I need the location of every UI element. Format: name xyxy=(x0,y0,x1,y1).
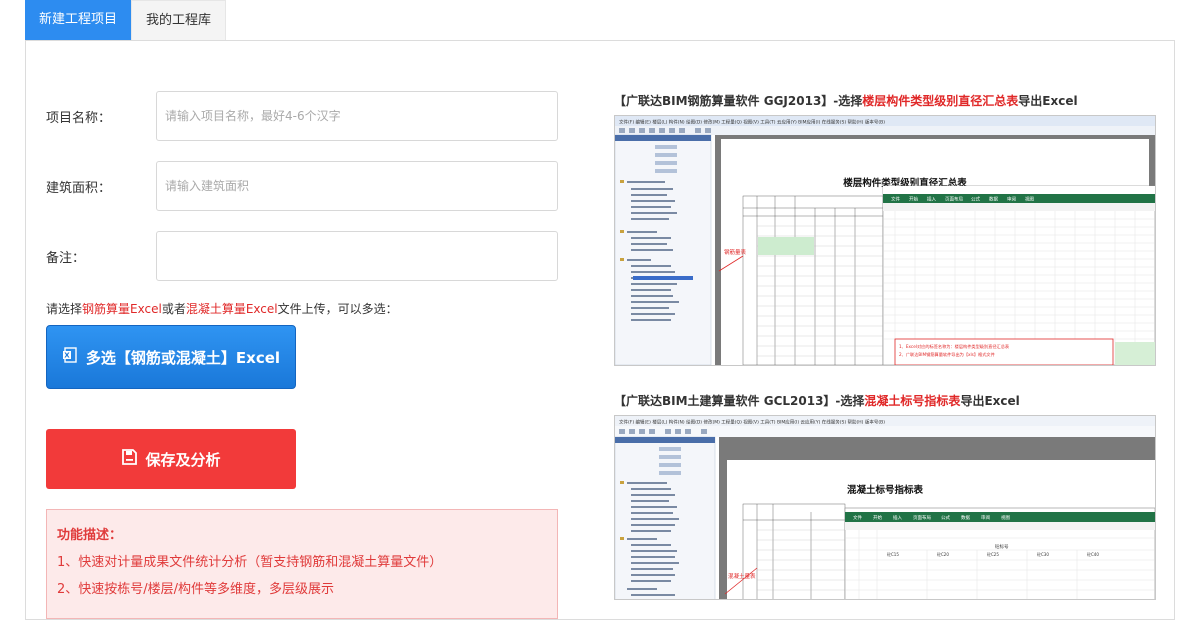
tab-new-project[interactable]: 新建工程项目 xyxy=(25,0,132,40)
excel-tab-view: 视图 xyxy=(1025,196,1034,203)
area-input[interactable] xyxy=(156,161,558,211)
screenshot-menu-text: 文件(F) 编辑(E) 楼层(L) 构件(N) 绘图(D) 修改(M) 工程量(… xyxy=(619,419,885,426)
excel-col-item: 砼C25 xyxy=(987,551,999,557)
excel-tab-insert: 插入 xyxy=(927,196,936,203)
excel-tab-view: 视图 xyxy=(1001,514,1010,521)
note-input[interactable] xyxy=(156,231,558,281)
example-caption-rebar: 【广联达BIM钢筋算量软件 GGJ2013】-选择楼层构件类型级别直径汇总表导出… xyxy=(614,92,1078,109)
excel-col-item: 砼C40 xyxy=(1087,551,1099,557)
multi-select-excel-button[interactable]: X 多选【钢筋或混凝土】Excel xyxy=(46,325,296,389)
caption-pre: 【广联达BIM土建算量软件 GCL2013】-选择 xyxy=(614,394,865,408)
excel-tab-review: 审阅 xyxy=(981,514,990,521)
rebar-software-screenshot: 文件(F) 编辑(E) 楼层(L) 构件(N) 绘图(D) 修改(M) 工程量(… xyxy=(614,115,1156,366)
excel-tab-layout: 页面布局 xyxy=(913,514,931,521)
project-name-label: 项目名称： xyxy=(46,111,112,126)
screenshot-note-line: 1、Excel对应的标签名称为：楼层构件类型级别直径汇总表 xyxy=(899,343,1010,350)
tab-bar: 新建工程项目 我的工程库 xyxy=(25,0,227,41)
project-name-input[interactable] xyxy=(156,91,558,141)
note-label: 备注： xyxy=(46,251,86,266)
excel-col-header: 砼标号 xyxy=(995,543,1009,550)
excel-col-item: 砼C15 xyxy=(887,551,899,557)
upload-hint-concrete: 混凝土算量Excel xyxy=(185,302,278,316)
caption-highlight: 混凝土标号指标表 xyxy=(864,394,961,408)
excel-file-icon: X xyxy=(62,347,78,367)
caption-post: 导出Excel xyxy=(1018,94,1078,108)
caption-pre: 【广联达BIM钢筋算量软件 GGJ2013】-选择 xyxy=(614,94,863,108)
example-caption-concrete: 【广联达BIM土建算量软件 GCL2013】-选择混凝土标号指标表导出Excel xyxy=(614,392,1020,409)
function-description-item: 1、快速对计量成果文件统计分析（暂支持钢筋和混凝土算量文件） xyxy=(57,555,443,570)
screenshot-report-title: 混凝土标号指标表 xyxy=(847,484,924,496)
excel-tab-formula: 公式 xyxy=(941,514,950,521)
excel-tab-data: 数据 xyxy=(961,514,970,521)
save-analyze-label: 保存及分析 xyxy=(145,450,221,469)
excel-tab-insert: 插入 xyxy=(893,514,902,521)
upload-hint-text: 请选择 xyxy=(46,302,83,316)
excel-tab-formula: 公式 xyxy=(971,196,980,203)
tab-my-projects[interactable]: 我的工程库 xyxy=(131,0,227,41)
screenshot-note-line: 2、广联达BIM钢筋算量软件导出为【xls】格式文件 xyxy=(899,351,995,358)
function-description-title: 功能描述： xyxy=(57,528,123,543)
save-analyze-button[interactable]: 保存及分析 xyxy=(46,429,296,489)
excel-tab-review: 审阅 xyxy=(1007,196,1016,203)
upload-hint-rebar: 钢筋算量Excel xyxy=(82,302,162,316)
excel-col-item: 砼C30 xyxy=(1037,551,1049,557)
excel-tab-data: 数据 xyxy=(989,196,998,203)
screenshot-menu-text: 文件(F) 编辑(E) 楼层(L) 构件(N) 绘图(D) 修改(M) 工程量(… xyxy=(619,119,885,126)
excel-col-item: 砼C20 xyxy=(937,551,949,557)
screenshot-annotation: 混凝土量表 xyxy=(728,572,756,580)
save-icon xyxy=(121,449,138,469)
multi-select-label: 多选【钢筋或混凝土】Excel xyxy=(85,348,281,367)
concrete-software-screenshot: 文件(F) 编辑(E) 楼层(L) 构件(N) 绘图(D) 修改(M) 工程量(… xyxy=(614,415,1156,600)
area-label: 建筑面积： xyxy=(46,181,112,196)
svg-text:X: X xyxy=(64,352,70,360)
screenshot-annotation: 钢筋量表 xyxy=(724,248,747,256)
excel-tab-home: 开始 xyxy=(909,196,918,203)
upload-hint-or: 或者 xyxy=(161,302,186,316)
excel-tab-file: 文件 xyxy=(853,514,862,521)
function-description-item: 2、快速按栋号/楼层/构件等多维度，多层级展示 xyxy=(57,582,335,597)
excel-tab-home: 开始 xyxy=(873,514,882,521)
caption-highlight: 楼层构件类型级别直径汇总表 xyxy=(862,94,1019,108)
function-description: 功能描述： 1、快速对计量成果文件统计分析（暂支持钢筋和混凝土算量文件） 2、快… xyxy=(46,509,558,619)
upload-hint: 请选择钢筋算量Excel或者混凝土算量Excel文件上传，可以多选： xyxy=(46,300,398,317)
upload-hint-suffix: 文件上传，可以多选： xyxy=(277,302,398,316)
excel-tab-file: 文件 xyxy=(891,196,900,203)
caption-post: 导出Excel xyxy=(960,394,1020,408)
excel-tab-layout: 页面布局 xyxy=(945,196,963,203)
